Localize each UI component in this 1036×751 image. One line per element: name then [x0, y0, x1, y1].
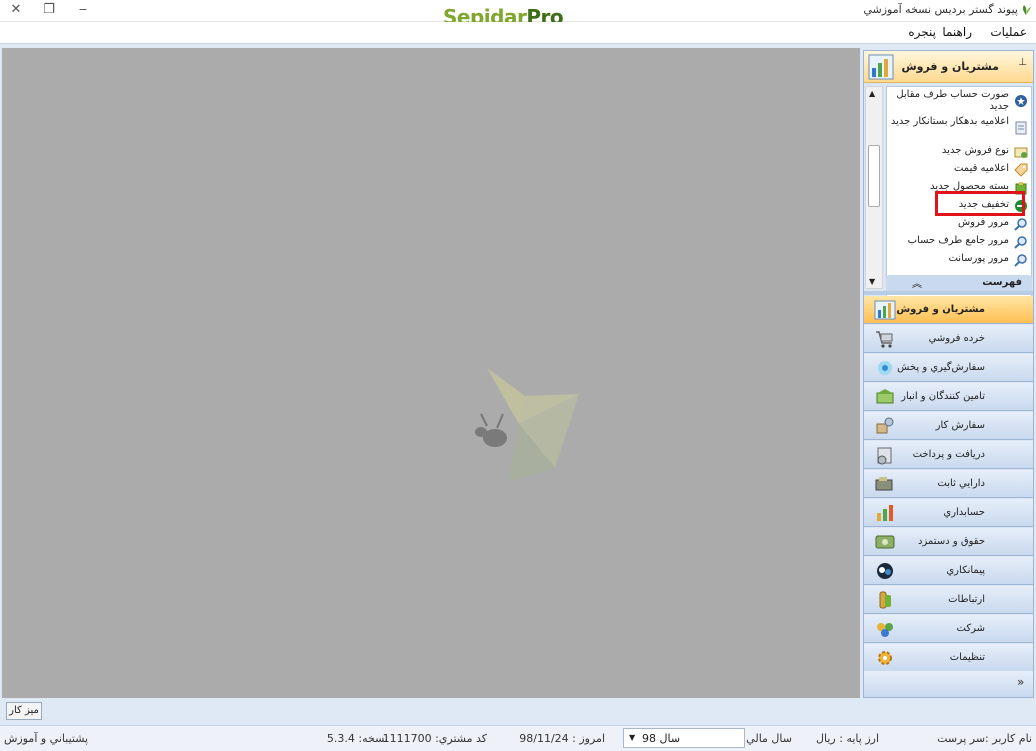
magnifier-icon [1014, 236, 1027, 249]
window-tabs-band: ميز كار [0, 699, 1036, 725]
nav-distribution[interactable]: سفارش‌گيري و پخش [864, 354, 1033, 382]
payroll-icon [875, 535, 895, 549]
menu-window[interactable]: پنجره [908, 25, 936, 39]
warehouse-icon [876, 389, 894, 404]
menu-help[interactable]: راهنما [942, 25, 972, 39]
nav-sales[interactable]: مشتريان و فروش [864, 296, 1033, 324]
document-icon [1015, 121, 1027, 135]
status-user: نام كاربر :سر پرست [937, 732, 1032, 745]
status-bar: نام كاربر :سر پرست ارز پايه : ريال سال م… [0, 725, 1036, 751]
pin-icon[interactable]: ⊥ [1018, 57, 1027, 68]
nav-accounting[interactable]: حسابداري [864, 499, 1033, 527]
sales-type-icon [1014, 147, 1028, 158]
nav-payroll[interactable]: حقوق و دستمزد [864, 528, 1033, 556]
pane-footer: » [864, 671, 1033, 697]
scroll-up-arrow-icon[interactable]: ▲ [869, 89, 875, 98]
nav-suppliers-warehouse[interactable]: تامين كنندگان و انبار [864, 383, 1033, 411]
close-button[interactable]: ✕ [4, 1, 28, 19]
fiscal-year-select[interactable]: سال 98 ▼ [623, 728, 745, 748]
restore-button[interactable]: ❐ [37, 1, 61, 19]
menu-operations[interactable]: عمليات [990, 25, 1027, 39]
scroll-thumb[interactable] [868, 145, 880, 207]
fixed-asset-icon [875, 477, 893, 491]
status-base-currency: ارز پايه : ريال [816, 732, 879, 745]
nav-company[interactable]: شركت [864, 615, 1033, 643]
collapse-chevron-icon[interactable]: ︽ [912, 275, 922, 290]
nav-communications[interactable]: ارتباطات [864, 586, 1033, 614]
communication-icon [879, 591, 891, 609]
pane-header: مشتريان و فروش ⊥ [864, 51, 1033, 83]
star-badge-icon [1015, 95, 1027, 107]
nav-fixed-assets[interactable]: دارايي ثابت [864, 470, 1033, 498]
minimize-button[interactable]: ‒ [71, 1, 95, 19]
price-tag-icon [1014, 163, 1028, 177]
highlight-annotation [935, 191, 1025, 216]
support-link[interactable]: پشتيباني و آموزش [4, 732, 88, 745]
menu-bar: عمليات راهنما پنجره [0, 22, 1036, 44]
nav-work-order[interactable]: سفارش كار [864, 412, 1033, 440]
app-icon [1022, 5, 1031, 15]
magnifier-icon [1014, 218, 1027, 231]
payment-icon [877, 447, 892, 465]
task-item[interactable]: مرور پورسانت [887, 253, 1031, 267]
accounting-icon [877, 505, 893, 521]
window-title: پيوند گستر برديس نسخه آموزشي [863, 3, 1018, 16]
distribution-icon [878, 361, 892, 375]
nav-retail[interactable]: خرده فروشي [864, 325, 1033, 353]
status-fiscal-year-label: سال مالي: [742, 732, 792, 745]
task-item[interactable]: صورت حساب طرف مقابل جديد [887, 89, 1031, 113]
nav-receive-pay[interactable]: دريافت و پرداخت [864, 441, 1033, 469]
partial-group-header[interactable]: ︽ فهرست [886, 275, 1032, 291]
settings-icon [878, 651, 892, 665]
configure-buttons-chevron-icon[interactable]: » [1017, 675, 1024, 689]
sales-chart-icon [868, 54, 894, 80]
task-item[interactable]: نوع فروش جديد [887, 145, 1031, 158]
company-icon [877, 623, 893, 637]
tasks-scrollbar[interactable]: ▲ ▼ [865, 86, 883, 289]
pane-title: مشتريان و فروش [901, 60, 999, 73]
nav-settings[interactable]: تنظيمات [864, 644, 1033, 672]
magnifier-icon [1014, 254, 1027, 267]
work-order-icon [876, 417, 894, 434]
task-item[interactable]: مرور فروش [887, 217, 1031, 231]
title-bar: ✕ ❐ ‒ SepidarPro پيوند گستر برديس نسخه آ… [0, 0, 1036, 28]
nav-contracting[interactable]: پيمانكاري [864, 557, 1033, 585]
contracting-icon [877, 563, 893, 579]
task-item[interactable]: مرور جامع طرف حساب [887, 235, 1031, 249]
desktop-tab[interactable]: ميز كار [6, 702, 42, 720]
sales-chart-icon [874, 300, 896, 320]
status-customer-code: كد مشتري: 1111700 [382, 732, 487, 745]
status-today: امروز : 98/11/24 [519, 732, 605, 745]
dropdown-arrow-icon: ▼ [629, 733, 636, 742]
cart-icon [876, 331, 893, 348]
workspace-area [2, 48, 860, 698]
status-version: نسخه: 5.3.4 [326, 732, 388, 745]
task-item[interactable]: اعلاميه بدهكار بستانكار جديد [887, 116, 1031, 135]
pane-splitter[interactable] [864, 291, 1033, 295]
navigation-pane: مشتريان و فروش ⊥ ▲ ▼ صورت حساب طرف مقابل… [863, 50, 1034, 698]
scroll-down-arrow-icon[interactable]: ▼ [869, 277, 875, 286]
bee-watermark-icon [475, 368, 579, 482]
task-item[interactable]: اعلاميه قيمت [887, 163, 1031, 177]
